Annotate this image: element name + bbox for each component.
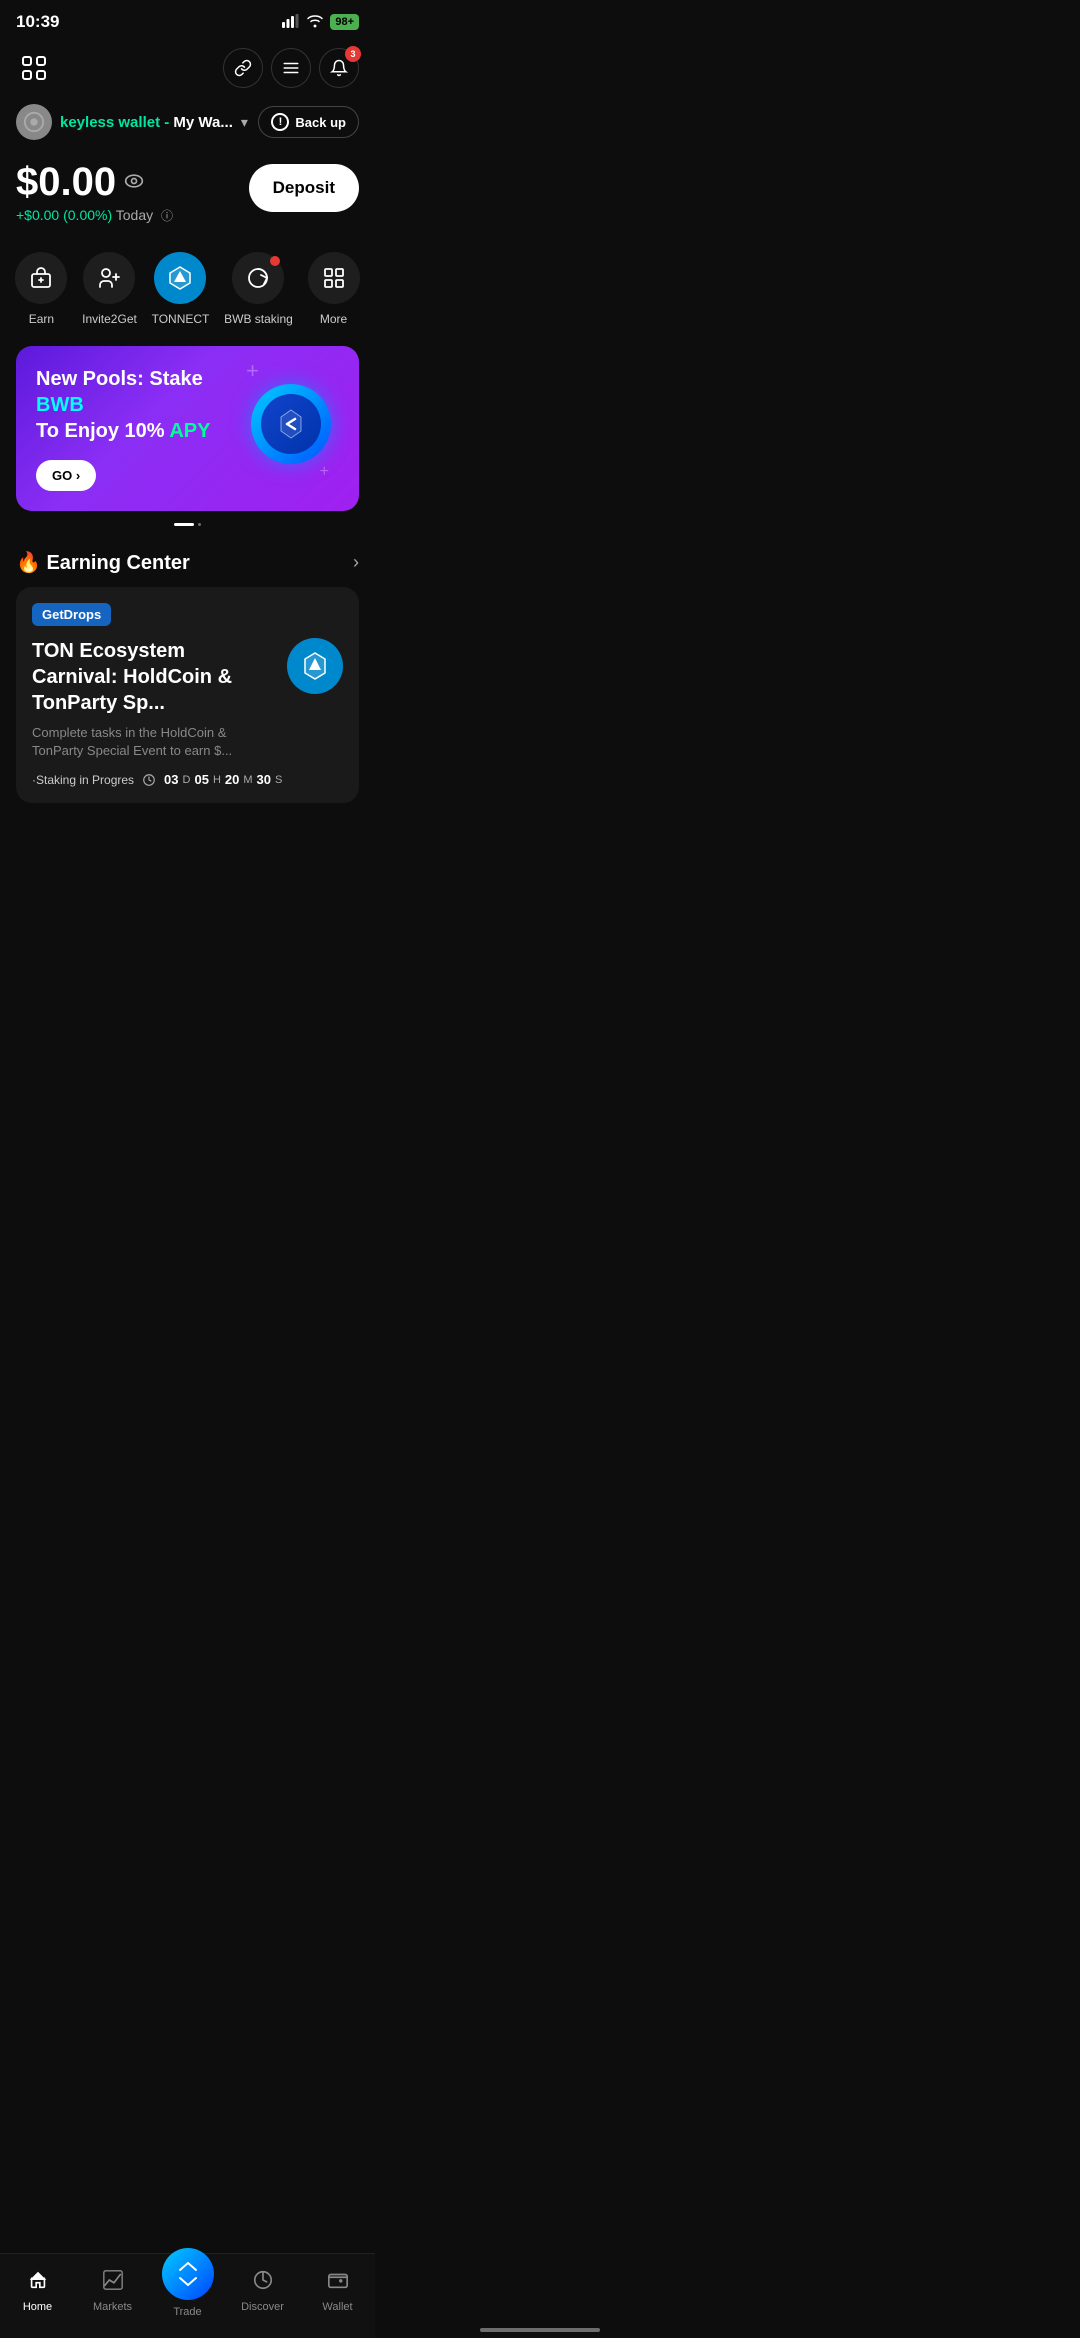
banner-dot-active bbox=[174, 523, 194, 526]
deposit-button[interactable]: Deposit bbox=[249, 164, 359, 212]
progress-label: ·Staking in Progres bbox=[32, 773, 134, 787]
signal-icon bbox=[282, 14, 300, 31]
wallet-icon bbox=[327, 2269, 349, 2297]
bottom-nav: Home Markets Trade Discover bbox=[0, 2253, 375, 2338]
wallet-selector[interactable]: keyless wallet - My Wa... ▾ bbox=[16, 104, 248, 140]
notification-button[interactable]: 3 bbox=[319, 48, 359, 88]
home-indicator bbox=[480, 2328, 600, 2332]
earn-icon-wrap bbox=[15, 252, 67, 304]
earning-center-title: 🔥 Earning Center bbox=[16, 550, 190, 575]
balance-change: +$0.00 (0.00%) Today ⓘ bbox=[16, 207, 173, 224]
notification-count: 3 bbox=[345, 46, 361, 62]
earning-card[interactable]: GetDrops TON Ecosystem Carnival: HoldCoi… bbox=[16, 587, 359, 803]
trade-label: Trade bbox=[173, 2306, 201, 2318]
earning-card-content: TON Ecosystem Carnival: HoldCoin & TonPa… bbox=[32, 638, 343, 760]
home-icon bbox=[27, 2269, 49, 2297]
tonnect-icon-wrap bbox=[154, 252, 206, 304]
banner-card: + + + New Pools: Stake BWB To Enjoy 10% … bbox=[16, 346, 359, 511]
action-earn[interactable]: Earn bbox=[15, 252, 67, 326]
earning-center-chevron[interactable]: › bbox=[353, 552, 359, 573]
bwb-icon-wrap bbox=[232, 252, 284, 304]
balance-value: $0.00 bbox=[16, 160, 116, 205]
banner-content: New Pools: Stake BWB To Enjoy 10% APY GO… bbox=[36, 366, 251, 491]
trade-button[interactable] bbox=[162, 2248, 214, 2300]
action-invite[interactable]: Invite2Get bbox=[82, 252, 137, 326]
banner-coin bbox=[251, 384, 339, 474]
discover-label: Discover bbox=[241, 2301, 284, 2313]
markets-label: Markets bbox=[93, 2301, 132, 2313]
banner-go-button[interactable]: GO › bbox=[36, 460, 96, 491]
battery-badge: 98+ bbox=[330, 14, 359, 30]
top-nav: 3 bbox=[0, 40, 375, 100]
app-logo[interactable] bbox=[16, 50, 52, 86]
discover-icon bbox=[252, 2269, 274, 2297]
balance-section: $0.00 +$0.00 (0.00%) Today ⓘ Deposit bbox=[0, 152, 375, 240]
banner-title: New Pools: Stake BWB To Enjoy 10% APY bbox=[36, 366, 251, 444]
earning-center-header: 🔥 Earning Center › bbox=[0, 534, 375, 587]
staking-progress: ·Staking in Progres 03 D 05 H 20 M 30 S bbox=[32, 772, 343, 787]
link-button[interactable] bbox=[223, 48, 263, 88]
bwb-label: BWB staking bbox=[224, 312, 293, 326]
action-tonnect[interactable]: TONNECT bbox=[152, 252, 210, 326]
wifi-icon bbox=[306, 14, 324, 31]
home-label: Home bbox=[23, 2301, 52, 2313]
status-icons: 98+ bbox=[282, 14, 359, 31]
earning-card-desc: Complete tasks in the HoldCoin & TonPart… bbox=[32, 724, 275, 760]
banner-section: + + + New Pools: Stake BWB To Enjoy 10% … bbox=[0, 330, 375, 534]
nav-wallet[interactable]: Wallet bbox=[300, 2269, 375, 2313]
wallet-label: Wallet bbox=[322, 2301, 352, 2313]
more-label: More bbox=[320, 312, 347, 326]
coin-inner bbox=[261, 394, 321, 454]
visibility-icon[interactable] bbox=[124, 172, 144, 193]
menu-button[interactable] bbox=[271, 48, 311, 88]
bwb-badge bbox=[270, 256, 280, 266]
deco-plus-1: + bbox=[246, 358, 259, 384]
invite-icon-wrap bbox=[83, 252, 135, 304]
wallet-header: keyless wallet - My Wa... ▾ ! Back up bbox=[0, 100, 375, 152]
more-icon-wrap bbox=[308, 252, 360, 304]
banner-dots bbox=[16, 523, 359, 526]
nav-home[interactable]: Home bbox=[0, 2269, 75, 2313]
quick-actions: Earn Invite2Get TONNECT bbox=[0, 240, 375, 330]
earning-card-logo bbox=[287, 638, 343, 694]
invite-label: Invite2Get bbox=[82, 312, 137, 326]
nav-markets[interactable]: Markets bbox=[75, 2269, 150, 2313]
balance-left: $0.00 +$0.00 (0.00%) Today ⓘ bbox=[16, 160, 173, 224]
backup-button[interactable]: ! Back up bbox=[258, 106, 359, 138]
wallet-name: keyless wallet - My Wa... bbox=[60, 114, 233, 131]
backup-warning-icon: ! bbox=[271, 113, 289, 131]
nav-right-icons: 3 bbox=[223, 48, 359, 88]
earning-text: TON Ecosystem Carnival: HoldCoin & TonPa… bbox=[32, 638, 275, 760]
nav-discover[interactable]: Discover bbox=[225, 2269, 300, 2313]
earn-label: Earn bbox=[29, 312, 54, 326]
nav-trade[interactable]: Trade bbox=[150, 2264, 225, 2318]
action-more[interactable]: More bbox=[308, 252, 360, 326]
banner-dot-inactive bbox=[198, 523, 201, 526]
wallet-dropdown-icon: ▾ bbox=[241, 114, 248, 131]
status-bar: 10:39 98+ bbox=[0, 0, 375, 40]
coin-graphic bbox=[251, 384, 331, 464]
time-remaining: 03 D 05 H 20 M 30 S bbox=[164, 772, 282, 787]
tonnect-label: TONNECT bbox=[152, 312, 210, 326]
wallet-avatar bbox=[16, 104, 52, 140]
status-time: 10:39 bbox=[16, 12, 59, 32]
get-drops-badge: GetDrops bbox=[32, 603, 111, 626]
earning-card-title: TON Ecosystem Carnival: HoldCoin & TonPa… bbox=[32, 638, 275, 716]
markets-icon bbox=[102, 2269, 124, 2297]
balance-amount: $0.00 bbox=[16, 160, 173, 205]
action-bwb[interactable]: BWB staking bbox=[224, 252, 293, 326]
